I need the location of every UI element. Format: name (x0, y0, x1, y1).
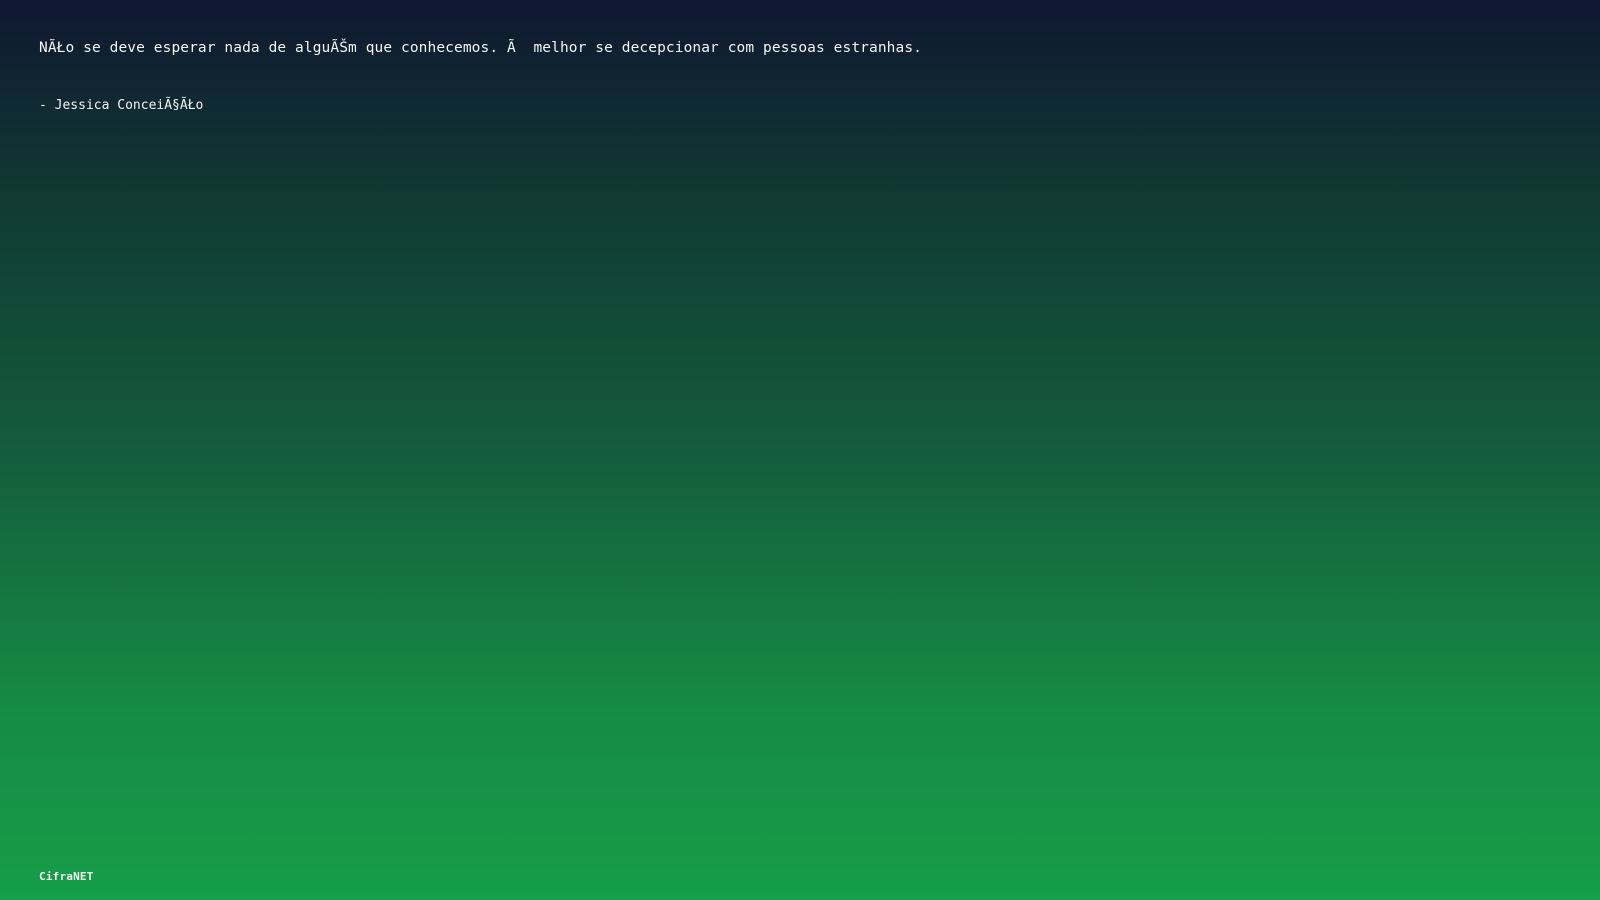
quote-block: NÃŁo se deve esperar nada de alguÃŠm que… (39, 37, 1539, 116)
quote-author: - Jessica ConceiÃ§ÃŁo (39, 98, 204, 113)
quote-text: NÃŁo se deve esperar nada de alguÃŠm que… (39, 40, 922, 56)
brand-name: CifraNET (39, 870, 94, 883)
